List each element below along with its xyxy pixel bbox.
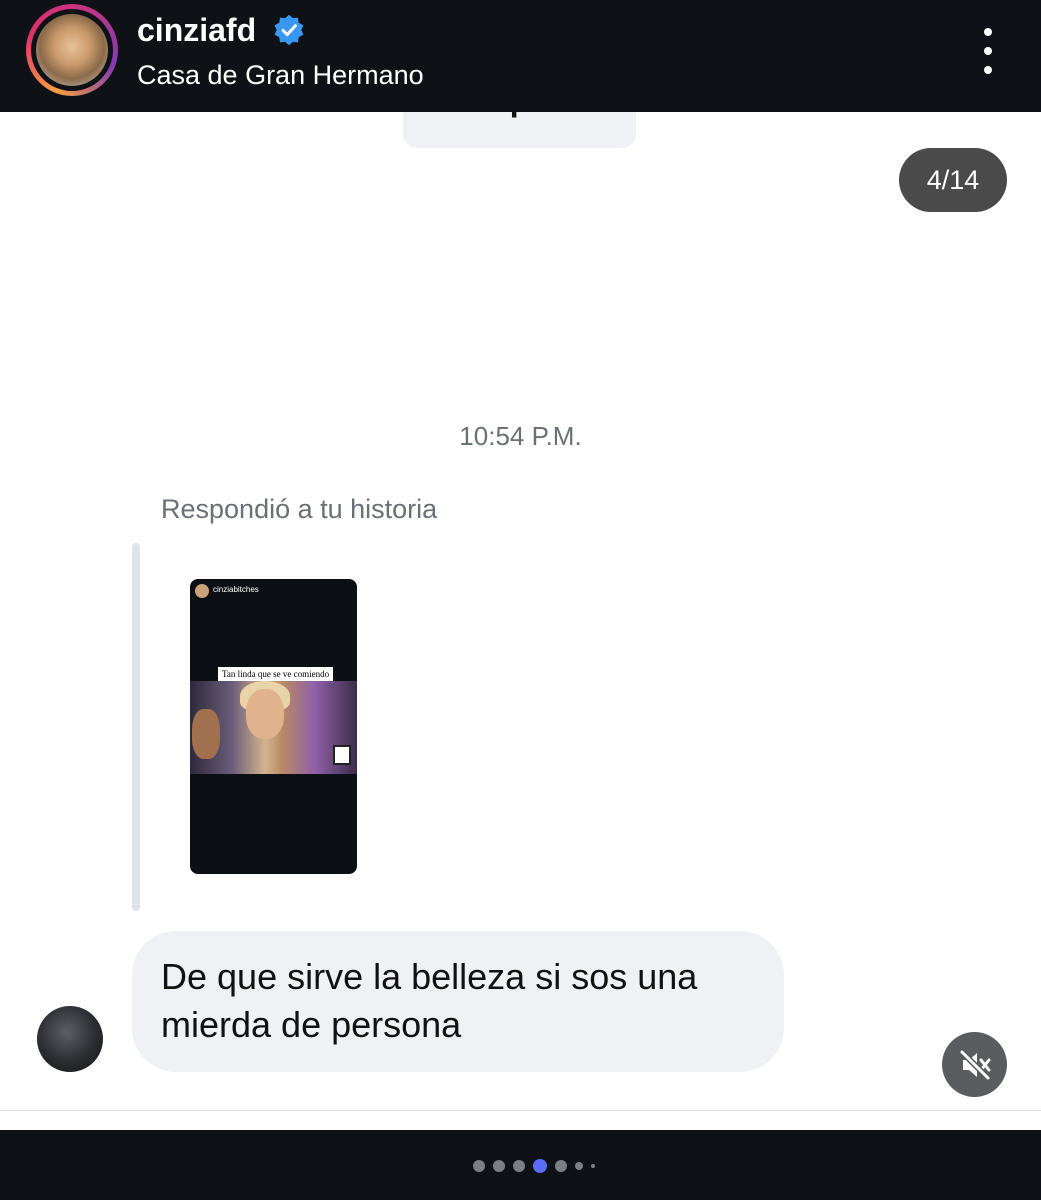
volume-muted-icon — [959, 1049, 990, 1080]
story-reply-thumbnail[interactable]: cinziabitches Tan linda que se ve comien… — [190, 579, 357, 874]
pagination-dot — [533, 1159, 547, 1173]
mute-button[interactable] — [942, 1032, 1007, 1097]
story-author-username: cinziabitches — [213, 585, 259, 594]
message-text: De que sirve la belleza si sos una mierd… — [161, 956, 698, 1045]
story-caption: Tan linda que se ve comiendo — [218, 667, 334, 681]
reply-indicator-bar — [132, 543, 140, 911]
story-image — [190, 681, 357, 774]
story-author-avatar — [195, 584, 209, 598]
profile-avatar[interactable] — [26, 4, 118, 96]
pagination-dot — [591, 1164, 595, 1168]
username[interactable]: cinziafd — [137, 12, 256, 49]
verified-badge-icon — [274, 14, 304, 46]
pagination-dot — [493, 1160, 505, 1172]
profile-photo — [36, 14, 108, 86]
divider — [0, 1110, 1041, 1111]
header-subtitle: Casa de Gran Hermano — [137, 60, 424, 90]
pagination-dot — [513, 1160, 525, 1172]
media-counter-badge: 4/14 — [899, 148, 1007, 212]
pagination-dot — [473, 1160, 485, 1172]
story-header: cinziafd Casa de Gran Hermano — [0, 0, 1041, 112]
more-options-icon[interactable] — [970, 28, 1006, 74]
sender-avatar[interactable] — [37, 1006, 103, 1072]
replied-to-story-label: Respondió a tu historia — [161, 494, 438, 524]
pagination-dots — [473, 1159, 595, 1173]
pagination-dot — [575, 1162, 583, 1170]
message-bubble[interactable]: De que sirve la belleza si sos una mierd… — [132, 931, 784, 1072]
message-timestamp: 10:54 P.M. — [459, 421, 582, 451]
pagination-dot — [555, 1160, 567, 1172]
